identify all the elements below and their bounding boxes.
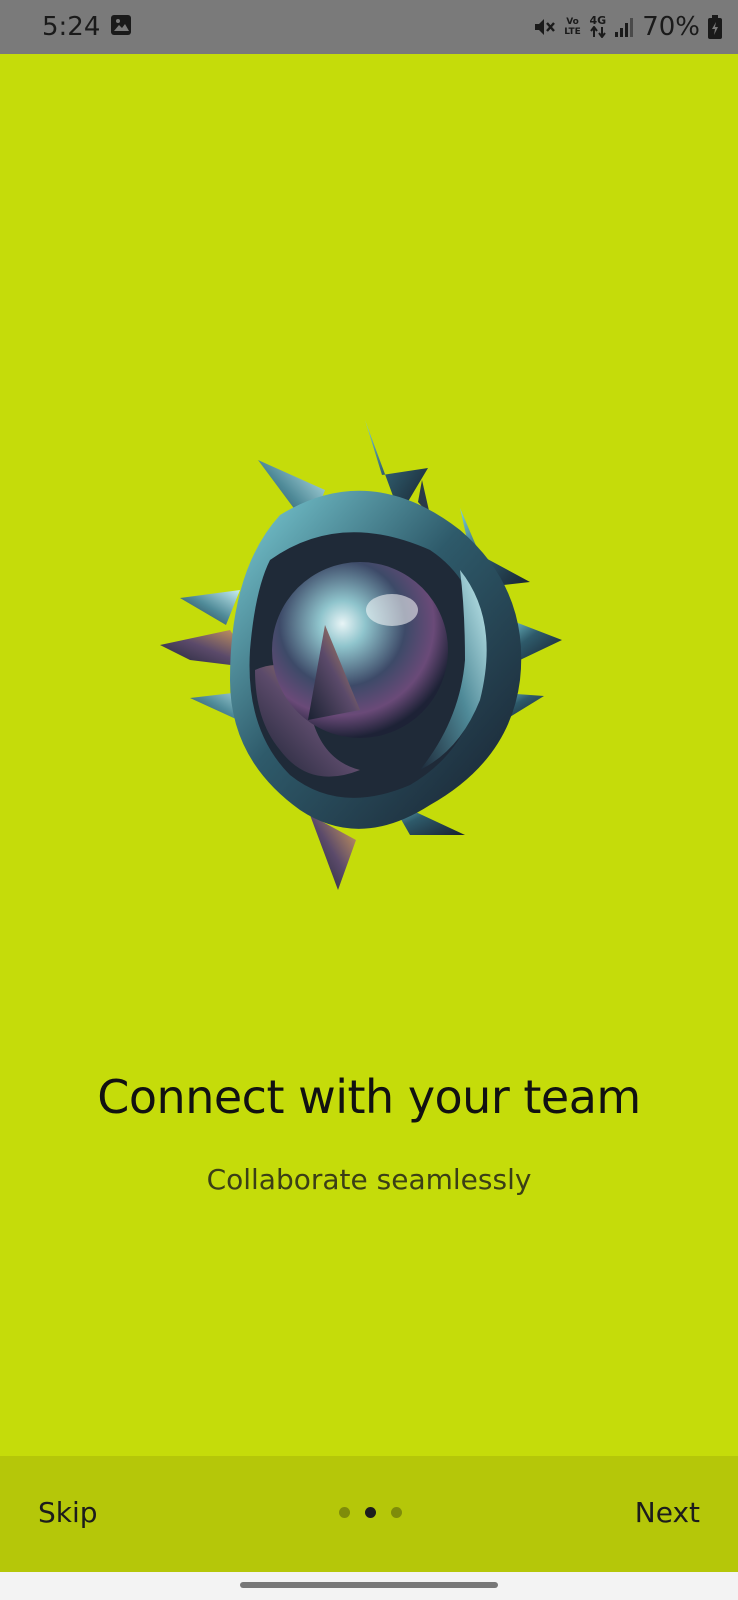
system-navigation-bar — [0, 1572, 738, 1600]
onboarding-screen: 5:24 Vo LTE 4G 70% Connect with your tea… — [0, 0, 738, 1600]
hero-illustration — [160, 420, 562, 890]
status-bar: 5:24 Vo LTE 4G 70% — [0, 0, 738, 54]
home-gesture-handle[interactable] — [240, 1582, 498, 1588]
page-dot-2-active[interactable] — [365, 1507, 376, 1518]
onboarding-title: Connect with your team — [97, 1070, 641, 1124]
page-indicator — [339, 1507, 402, 1518]
sphere-highlight — [366, 594, 418, 626]
data-arrows-icon — [590, 26, 606, 38]
volte-icon: Vo LTE — [564, 17, 581, 37]
network-label: 4G — [589, 14, 607, 27]
status-time: 5:24 — [42, 12, 101, 42]
skip-button[interactable]: Skip — [38, 1496, 98, 1529]
status-icons: Vo LTE 4G 70% — [532, 12, 722, 42]
onboarding-bottom-bar: Skip Next — [0, 1456, 738, 1572]
gallery-icon — [111, 15, 131, 35]
page-dot-1[interactable] — [339, 1507, 350, 1518]
mute-icon — [534, 19, 555, 35]
battery-percentage: 70% — [642, 12, 700, 42]
onboarding-subtitle: Collaborate seamlessly — [206, 1163, 532, 1196]
page-dot-3[interactable] — [391, 1507, 402, 1518]
battery-icon — [708, 15, 722, 39]
signal-icon — [615, 18, 634, 37]
network-4g-icon: 4G — [589, 14, 607, 38]
next-button[interactable]: Next — [635, 1496, 700, 1529]
central-sphere — [272, 562, 448, 738]
